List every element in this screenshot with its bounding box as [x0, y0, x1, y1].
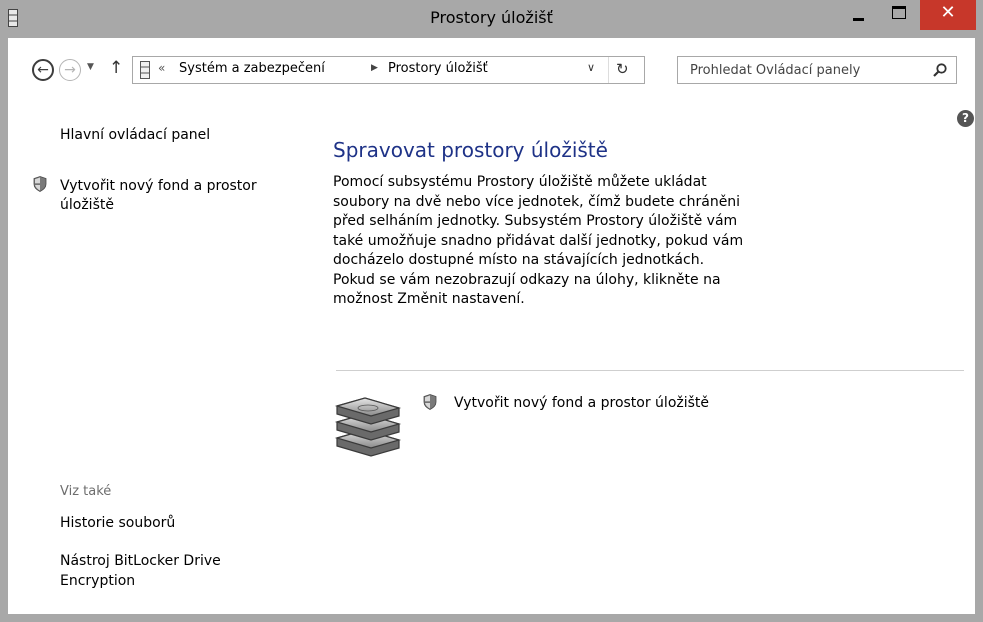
minimize-icon [853, 18, 864, 21]
uac-shield-icon [423, 394, 437, 410]
storage-stack-icon [140, 61, 150, 79]
close-button[interactable]: ✕ [920, 0, 976, 30]
refresh-button[interactable]: ↻ [616, 60, 629, 78]
address-bar[interactable]: « Systém a zabezpečení ▶ Prostory úložiš… [132, 56, 645, 84]
title-bar[interactable]: Prostory úložišť ✕ [0, 0, 983, 38]
search-icon[interactable] [932, 62, 948, 78]
breadcrumb-overflow-button[interactable]: « [158, 61, 165, 75]
recent-locations-button[interactable]: ▼ [87, 62, 94, 72]
minimize-button[interactable] [838, 0, 878, 30]
sidebar-home-link[interactable]: Hlavní ovládací panel [60, 127, 210, 143]
maximize-icon [892, 6, 906, 19]
help-icon[interactable]: ? [957, 110, 974, 127]
close-icon: ✕ [940, 2, 956, 23]
search-input[interactable] [678, 57, 928, 83]
maximize-button[interactable] [879, 0, 919, 30]
sidebar-file-history-link[interactable]: Historie souborů [60, 515, 175, 531]
sidebar-bitlocker-link[interactable]: Nástroj BitLocker Drive Encryption [60, 551, 290, 591]
window-title: Prostory úložišť [430, 8, 553, 27]
forward-button[interactable]: → [59, 59, 81, 81]
see-also-heading: Viz také [60, 484, 112, 499]
chevron-right-icon[interactable]: ▶ [371, 63, 378, 73]
client-area: ← → ▼ ↑ « Systém a zabezpečení ▶ Prostor… [8, 38, 975, 614]
uac-shield-icon [33, 176, 47, 192]
storage-spaces-window: Prostory úložišť ✕ ← → ▼ ↑ « Systém a za… [0, 0, 983, 622]
page-title: Spravovat prostory úložiště [333, 138, 608, 162]
create-pool-link[interactable]: Vytvořit nový fond a prostor úložiště [454, 395, 709, 411]
page-description: Pomocí subsystému Prostory úložiště může… [333, 174, 744, 307]
breadcrumb-storage-spaces[interactable]: Prostory úložišť [388, 61, 488, 76]
navigation-bar: ← → ▼ ↑ « Systém a zabezpečení ▶ Prostor… [8, 38, 975, 88]
content-divider [336, 370, 964, 371]
sidebar-create-pool-link[interactable]: Vytvořit nový fond a prostor úložiště [60, 177, 300, 215]
search-box[interactable] [677, 56, 957, 84]
back-button[interactable]: ← [32, 59, 54, 81]
breadcrumb-system-security[interactable]: Systém a zabezpečení [179, 61, 325, 76]
address-divider [608, 57, 609, 83]
address-history-dropdown[interactable]: ∨ [587, 61, 595, 74]
storage-pool-drives-icon [334, 397, 402, 457]
up-button[interactable]: ↑ [109, 58, 123, 78]
